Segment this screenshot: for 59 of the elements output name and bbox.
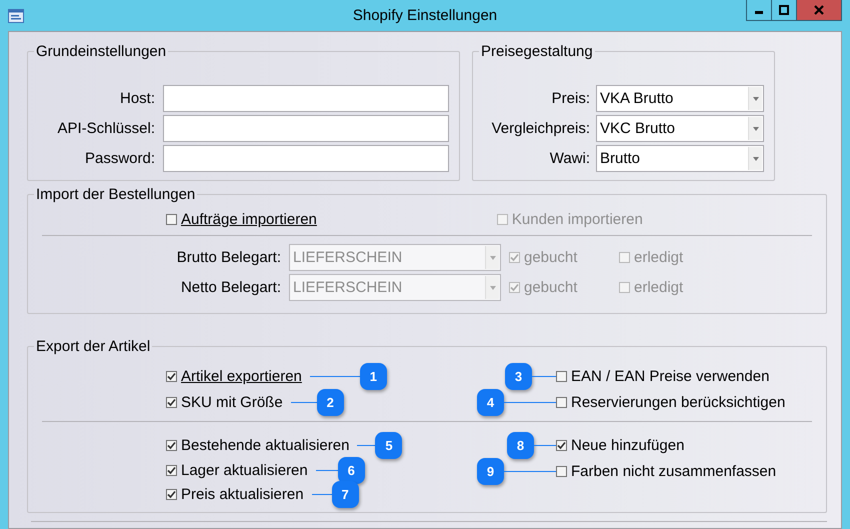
input-field[interactable]: [163, 145, 449, 172]
callout-number: 6: [338, 456, 365, 484]
field-label: Netto Belegart:: [180, 279, 281, 296]
dropdown[interactable]: VKA Brutto: [596, 85, 764, 112]
window-icon: [8, 8, 24, 22]
callout-number: 5: [375, 432, 402, 458]
checkbox[interactable]: Bestehende aktualisieren: [166, 436, 350, 454]
callout-number: 9: [477, 458, 504, 484]
checkbox[interactable]: EAN / EAN Preise verwenden: [556, 368, 770, 384]
field-label: Brutto Belegart:: [176, 249, 281, 266]
checkbox[interactable]: Reservierungen berücksichtigen: [556, 394, 786, 410]
check-icon: [167, 440, 176, 450]
callout-number: 7: [332, 480, 359, 508]
close-icon: [814, 5, 824, 15]
checkbox[interactable]: Preis aktualisieren: [166, 486, 304, 502]
callout-number: 2: [316, 388, 344, 416]
group-title: Import der Bestellungen: [35, 186, 196, 203]
leader-line: [357, 444, 376, 446]
checkbox[interactable]: Lager aktualisieren: [166, 462, 308, 478]
dropdown[interactable]: VKC Brutto: [596, 115, 764, 142]
checkbox[interactable]: Neue hinzufügen: [556, 436, 684, 454]
window-title: Shopify Einstellungen: [352, 7, 498, 24]
leader-line: [534, 444, 556, 446]
field-label: Wawi:: [548, 150, 590, 167]
checkbox[interactable]: Farben nicht zusammenfassen: [556, 462, 776, 480]
callout-number: 3: [505, 362, 532, 390]
minimize-button[interactable]: [746, 0, 772, 21]
checkbox[interactable]: Aufträge importieren: [166, 211, 317, 228]
maximize-icon: [779, 5, 789, 15]
field-label: Vergleichpreis:: [490, 120, 590, 137]
check-icon: [167, 372, 176, 380]
field-label: Preis:: [550, 90, 590, 107]
callout-number: 1: [360, 362, 387, 390]
caret-icon: [752, 156, 758, 160]
caret-icon: [752, 126, 758, 130]
field-label: API-Schlüssel:: [56, 120, 155, 137]
group-title: Grundeinstellungen: [35, 43, 168, 60]
caret-icon: [752, 96, 758, 100]
check-icon: [510, 283, 519, 292]
close-button[interactable]: [796, 0, 842, 21]
check-icon: [557, 440, 566, 450]
callout-number: 8: [507, 432, 534, 458]
check-icon: [167, 490, 176, 498]
caret-icon: [490, 256, 496, 260]
caret-icon: [490, 286, 496, 290]
checkbox[interactable]: SKU mit Größe: [166, 394, 283, 410]
leader-line: [504, 470, 556, 472]
check-icon: [510, 253, 519, 262]
callout-number: 4: [477, 388, 504, 416]
group-title: Preisegestaltung: [480, 43, 594, 60]
check-icon: [167, 398, 176, 406]
check-icon: [167, 466, 176, 474]
field-label: Host:: [118, 90, 155, 107]
input-field[interactable]: [163, 115, 449, 142]
field-label: Password:: [84, 150, 155, 167]
checkbox[interactable]: Artikel exportieren: [166, 368, 302, 384]
group-title: Export der Artikel: [35, 338, 152, 355]
input-field[interactable]: [163, 85, 449, 112]
dropdown[interactable]: Brutto: [596, 145, 764, 172]
